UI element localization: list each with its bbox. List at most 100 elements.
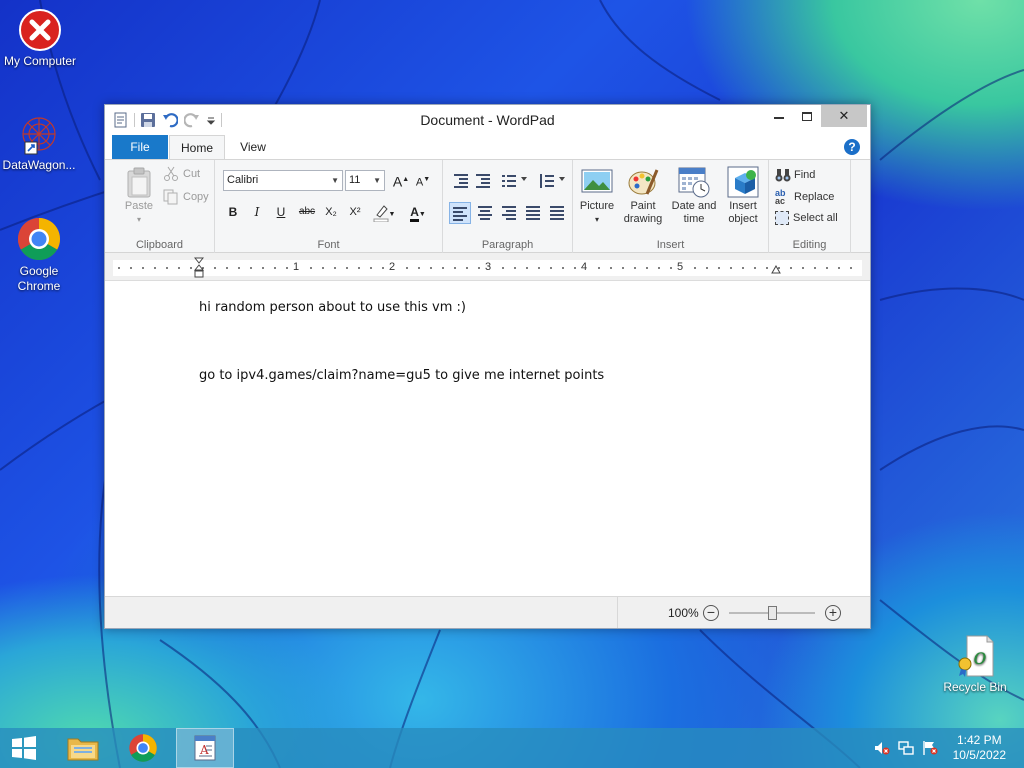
zoom-in-icon[interactable]: + bbox=[825, 605, 841, 621]
clipboard-group-label: Clipboard bbox=[135, 239, 184, 251]
left-indent-marker-icon[interactable] bbox=[193, 257, 205, 279]
paragraph-group-label: Paragraph bbox=[481, 239, 534, 251]
document-line[interactable]: go to ipv4.games/claim?name=gu5 to give … bbox=[199, 368, 604, 383]
find-button[interactable]: Find bbox=[775, 167, 815, 183]
copy-button[interactable]: Copy bbox=[163, 189, 209, 205]
subscript-button[interactable]: X₂ bbox=[321, 202, 341, 222]
decrease-indent-icon[interactable] bbox=[451, 171, 471, 191]
font-family-select[interactable]: Calibri ▼ bbox=[223, 170, 343, 191]
ruler[interactable]: 1 2 3 4 5 bbox=[105, 253, 870, 281]
date-time-button[interactable]: Date and time bbox=[669, 166, 719, 226]
highlighter-icon bbox=[373, 204, 389, 223]
align-left-icon[interactable] bbox=[449, 202, 471, 224]
right-indent-marker-icon[interactable] bbox=[771, 264, 781, 274]
paragraph-settings-icon[interactable] bbox=[547, 203, 567, 223]
folder-icon bbox=[66, 733, 100, 763]
editing-group-label: Editing bbox=[792, 239, 827, 251]
taskbar-file-explorer[interactable] bbox=[54, 728, 112, 768]
bold-button[interactable]: B bbox=[223, 202, 243, 222]
maximize-button[interactable] bbox=[791, 105, 823, 127]
grow-font-button[interactable]: A▲ bbox=[391, 170, 411, 190]
chrome-icon bbox=[16, 216, 62, 262]
calendar-clock-icon bbox=[678, 166, 710, 198]
desktop-icon-label: DataWagon... bbox=[2, 158, 76, 172]
align-center-icon[interactable] bbox=[475, 203, 495, 223]
picture-label: Picture bbox=[579, 200, 615, 212]
font-group-label: Font bbox=[317, 239, 340, 251]
separator bbox=[617, 597, 618, 628]
underline-button[interactable]: U bbox=[271, 202, 291, 222]
svg-text:o: o bbox=[973, 645, 986, 670]
select-all-button[interactable]: Select all bbox=[775, 211, 838, 225]
close-icon: ✕ bbox=[838, 108, 850, 123]
title-bar[interactable]: Document - WordPad ✕ bbox=[105, 105, 870, 135]
close-button[interactable]: ✕ bbox=[821, 105, 867, 127]
replace-button[interactable]: ab ac Replace bbox=[775, 189, 835, 206]
italic-button[interactable]: I bbox=[247, 202, 267, 222]
line-spacing-icon[interactable] bbox=[537, 171, 567, 191]
paragraph-group: Paragraph bbox=[443, 160, 573, 254]
start-button[interactable] bbox=[0, 728, 48, 768]
ribbon-tabs: File Home View ? bbox=[105, 135, 870, 159]
volume-muted-icon[interactable] bbox=[874, 740, 890, 756]
strikethrough-button[interactable]: abc bbox=[295, 202, 319, 222]
superscript-button[interactable]: X² bbox=[345, 202, 365, 222]
desktop-icon-datawagon[interactable]: DataWagon... bbox=[0, 112, 79, 173]
chevron-down-icon: ▼ bbox=[331, 176, 339, 185]
desktop-icon-my-computer[interactable]: My Computer bbox=[0, 8, 80, 69]
zoom-slider[interactable] bbox=[729, 606, 815, 620]
paste-button[interactable]: Paste ▾ bbox=[115, 166, 163, 226]
font-family-value: Calibri bbox=[227, 174, 259, 186]
tab-view[interactable]: View bbox=[227, 135, 279, 159]
palette-icon bbox=[627, 166, 659, 198]
wordpad-window: Document - WordPad ✕ File Home View ? Pa… bbox=[104, 104, 871, 629]
font-color-icon: A bbox=[410, 205, 419, 222]
network-icon[interactable] bbox=[898, 740, 914, 756]
bullets-icon[interactable] bbox=[499, 171, 529, 191]
select-all-label: Select all bbox=[793, 212, 838, 224]
grow-font-icon: A bbox=[392, 173, 403, 190]
font-size-select[interactable]: 11 ▼ bbox=[345, 170, 385, 191]
justify-icon[interactable] bbox=[523, 203, 543, 223]
ruler-mark: 4 bbox=[580, 261, 589, 273]
object-icon bbox=[727, 166, 759, 198]
replace-label: Replace bbox=[794, 191, 835, 203]
windows-logo-icon bbox=[10, 734, 38, 762]
taskbar-chrome[interactable] bbox=[114, 728, 172, 768]
ruler-mark: 1 bbox=[292, 261, 301, 273]
highlight-button[interactable]: ▼ bbox=[369, 202, 399, 223]
tab-home[interactable]: Home bbox=[169, 135, 225, 159]
insert-group-label: Insert bbox=[656, 239, 685, 251]
binoculars-icon bbox=[775, 167, 791, 183]
taskbar-clock[interactable]: 1:42 PM 10/5/2022 bbox=[953, 733, 1006, 763]
tab-file[interactable]: File bbox=[112, 135, 168, 159]
shrink-font-button[interactable]: A▼ bbox=[413, 170, 433, 190]
document-line[interactable]: hi random person about to use this vm :) bbox=[199, 300, 466, 315]
ruler-mark: 5 bbox=[676, 261, 685, 273]
status-bar: 100% − + bbox=[105, 596, 870, 628]
font-color-button[interactable]: A▼ bbox=[403, 202, 433, 222]
paste-dropdown-icon[interactable]: ▾ bbox=[115, 213, 163, 226]
chevron-down-icon: ▼ bbox=[373, 176, 381, 185]
cut-button[interactable]: Cut bbox=[163, 166, 200, 182]
desktop-icon-recycle-bin[interactable]: o Recycle Bin bbox=[935, 634, 1015, 695]
picture-button[interactable]: Picture ▾ bbox=[577, 166, 617, 226]
picture-icon bbox=[581, 166, 613, 198]
action-center-flag-icon[interactable] bbox=[922, 740, 938, 756]
desktop-icon-label: Recycle Bin bbox=[943, 680, 1007, 694]
insert-object-label-2: object bbox=[728, 213, 758, 225]
taskbar: A 1:42 PM 10/5/2022 bbox=[0, 728, 1024, 768]
zoom-slider-thumb[interactable] bbox=[768, 606, 777, 620]
increase-indent-icon[interactable] bbox=[473, 171, 493, 191]
editing-group: Find ab ac Replace Select all Editing bbox=[769, 160, 851, 254]
taskbar-wordpad[interactable]: A bbox=[176, 728, 234, 768]
align-right-icon[interactable] bbox=[499, 203, 519, 223]
help-icon[interactable]: ? bbox=[844, 139, 860, 155]
insert-object-button[interactable]: Insert object bbox=[721, 166, 765, 226]
maximize-icon bbox=[802, 111, 812, 121]
paint-drawing-button[interactable]: Paint drawing bbox=[619, 166, 667, 226]
ruler-mark: 2 bbox=[388, 261, 397, 273]
desktop-icon-google-chrome[interactable]: Google Chrome bbox=[0, 216, 79, 294]
zoom-out-icon[interactable]: − bbox=[703, 605, 719, 621]
document-area[interactable]: hi random person about to use this vm :)… bbox=[112, 282, 864, 596]
